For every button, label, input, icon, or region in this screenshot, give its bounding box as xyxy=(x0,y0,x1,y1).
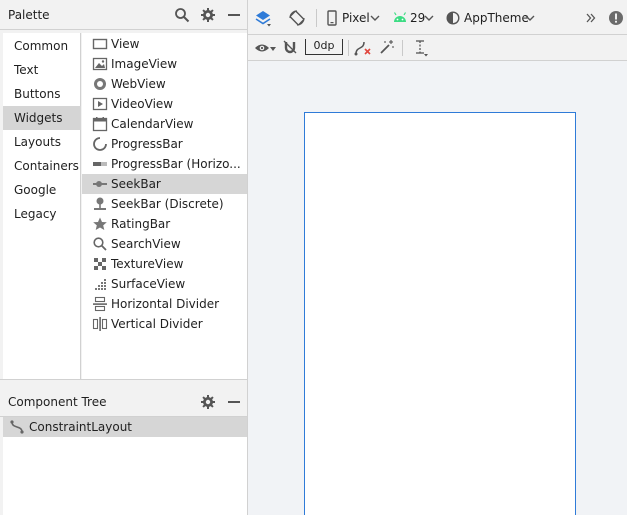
minimize-icon[interactable] xyxy=(226,7,242,23)
chevron-down-icon[interactable] xyxy=(270,47,276,52)
chevron-down-icon[interactable] xyxy=(525,14,535,22)
category-containers[interactable]: Containers xyxy=(3,154,81,178)
eye-icon[interactable] xyxy=(254,41,270,55)
widget-item-ratingbar[interactable]: RatingBar xyxy=(82,214,247,234)
view-icon xyxy=(92,38,108,50)
widget-label: SearchView xyxy=(111,237,181,251)
category-list: Common Text Buttons Widgets Layouts Cont… xyxy=(3,33,81,379)
videoview-icon xyxy=(92,97,108,111)
panel-splitter[interactable] xyxy=(0,379,247,387)
widget-item-seekbar[interactable]: SeekBar xyxy=(82,174,247,194)
phone-icon xyxy=(327,10,337,26)
widget-list: View ImageView WebView VideoView Calenda… xyxy=(82,33,247,379)
chevron-down-icon[interactable] xyxy=(370,14,380,22)
magic-wand-icon[interactable] xyxy=(379,39,395,55)
widget-label: SeekBar (Discrete) xyxy=(111,197,224,211)
widget-item-calendarview[interactable]: CalendarView xyxy=(82,114,247,134)
category-widgets[interactable]: Widgets xyxy=(3,106,81,130)
component-tree: ConstraintLayout xyxy=(3,417,247,515)
progressbar-icon xyxy=(93,137,107,151)
widget-label: Vertical Divider xyxy=(111,317,203,331)
android-icon xyxy=(393,12,407,22)
calendarview-icon xyxy=(92,117,108,132)
orientation-icon[interactable] xyxy=(288,9,306,27)
category-buttons[interactable]: Buttons xyxy=(3,82,81,106)
category-google[interactable]: Google xyxy=(3,178,81,202)
widget-label: SeekBar xyxy=(111,177,161,191)
webview-icon xyxy=(94,78,106,90)
widget-item-seekbar-discrete[interactable]: SeekBar (Discrete) xyxy=(82,194,247,214)
imageview-icon xyxy=(92,57,108,71)
info-warning-icon[interactable] xyxy=(608,10,624,26)
palette-panel: Palette Common Text Buttons Widgets Layo… xyxy=(0,0,247,385)
widget-label: CalendarView xyxy=(111,117,194,131)
category-text[interactable]: Text xyxy=(3,58,81,82)
category-legacy[interactable]: Legacy xyxy=(3,202,81,226)
widget-label: View xyxy=(111,37,140,51)
component-tree-title: Component Tree xyxy=(8,395,107,409)
more-chevrons-icon[interactable] xyxy=(586,13,596,23)
component-tree-header: Component Tree xyxy=(0,387,247,417)
design-canvas[interactable] xyxy=(248,61,627,515)
clear-constraints-icon[interactable] xyxy=(354,40,372,56)
component-tree-panel: Component Tree ConstraintLayout xyxy=(0,387,247,515)
surfaceview-icon xyxy=(95,279,106,290)
textureview-icon xyxy=(94,258,106,270)
widget-item-view[interactable]: View xyxy=(82,34,247,54)
tree-item-label: ConstraintLayout xyxy=(29,420,133,434)
widget-item-progressbar-horizontal[interactable]: ProgressBar (Horizo... xyxy=(82,154,247,174)
tree-item-constraintlayout[interactable]: ConstraintLayout xyxy=(3,417,247,437)
category-layouts[interactable]: Layouts xyxy=(3,130,81,154)
palette-header: Palette xyxy=(0,0,247,30)
widget-label: ProgressBar xyxy=(111,137,183,151)
widget-label: WebView xyxy=(111,77,166,91)
widget-item-progressbar[interactable]: ProgressBar xyxy=(82,134,247,154)
widget-item-horizontal-divider[interactable]: Horizontal Divider xyxy=(82,294,247,314)
device-preview-frame[interactable] xyxy=(304,112,576,515)
search-icon[interactable] xyxy=(174,7,190,23)
palette-title: Palette xyxy=(8,8,50,22)
widget-label: Horizontal Divider xyxy=(111,297,220,311)
device-selector[interactable]: Pixel xyxy=(342,11,370,25)
category-common[interactable]: Common xyxy=(3,34,81,58)
constraintlayout-icon xyxy=(10,420,24,434)
layout-toolbar: 0dp xyxy=(248,35,627,61)
horizontal-divider-icon xyxy=(93,296,107,312)
seekbar-icon xyxy=(93,181,107,187)
guidelines-icon[interactable] xyxy=(413,39,429,57)
widget-label: VideoView xyxy=(111,97,174,111)
widget-item-webview[interactable]: WebView xyxy=(82,74,247,94)
widget-item-vertical-divider[interactable]: Vertical Divider xyxy=(82,314,247,334)
api-level-selector[interactable]: 29 xyxy=(410,11,425,25)
widget-item-searchview[interactable]: SearchView xyxy=(82,234,247,254)
progressbar-horizontal-icon xyxy=(93,162,107,166)
chevron-down-icon[interactable] xyxy=(424,14,434,22)
ratingbar-icon xyxy=(93,217,107,230)
widget-label: TextureView xyxy=(111,257,184,271)
searchview-icon xyxy=(93,237,107,251)
minimize-icon[interactable] xyxy=(226,394,242,410)
default-margin-selector[interactable]: 0dp xyxy=(305,39,343,55)
gear-icon[interactable] xyxy=(200,7,216,23)
widget-item-imageview[interactable]: ImageView xyxy=(82,54,247,74)
widget-label: RatingBar xyxy=(111,217,171,231)
widget-item-surfaceview[interactable]: SurfaceView xyxy=(82,274,247,294)
design-toolbar: Pixel 29 AppTheme xyxy=(248,0,627,35)
widget-label: ImageView xyxy=(111,57,178,71)
theme-selector[interactable]: AppTheme xyxy=(464,11,529,25)
theme-icon xyxy=(446,11,460,25)
widget-label: SurfaceView xyxy=(111,277,186,291)
vertical-divider-icon xyxy=(92,317,108,331)
gear-icon[interactable] xyxy=(200,394,216,410)
magnet-icon[interactable] xyxy=(282,39,298,55)
design-surface-icon[interactable] xyxy=(254,9,272,27)
widget-item-textureview[interactable]: TextureView xyxy=(82,254,247,274)
seekbar-discrete-icon xyxy=(94,197,106,210)
widget-label: ProgressBar (Horizo... xyxy=(111,157,241,171)
widget-item-videoview[interactable]: VideoView xyxy=(82,94,247,114)
